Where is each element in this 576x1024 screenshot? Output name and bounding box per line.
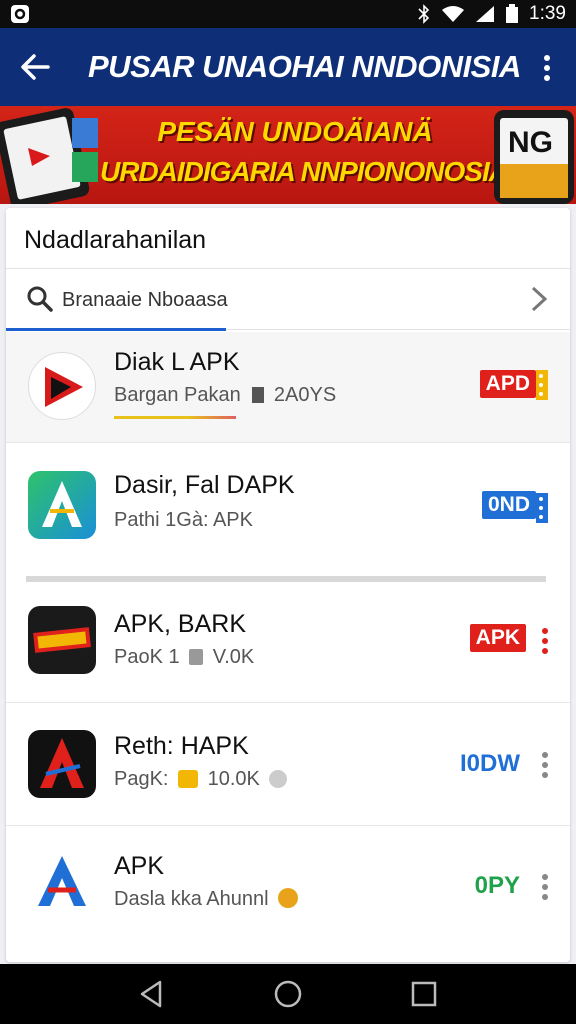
letter-a-logo-icon bbox=[42, 481, 82, 527]
notification-app-icon bbox=[11, 5, 29, 23]
status-bar: 1:39 bbox=[0, 0, 576, 28]
app-name: APK, BARK bbox=[114, 610, 246, 638]
nav-recents-icon[interactable] bbox=[408, 978, 440, 1010]
list-item[interactable]: APK, BARK PaoK 1 V.0K APK bbox=[6, 584, 570, 704]
coin-icon bbox=[178, 770, 199, 788]
list-item[interactable]: Reth: HAPK PagK: 10.0K I0DW bbox=[6, 704, 570, 824]
list-item[interactable]: APK Dasla kka Ahunnl 0PY bbox=[6, 826, 570, 956]
page-title: PUSAR UNAOHAI NNDONISIA bbox=[88, 49, 521, 84]
status-badge[interactable]: 0PY bbox=[469, 870, 526, 902]
app-meta: Dasla kka Ahunnl bbox=[114, 888, 299, 911]
overflow-menu-icon[interactable] bbox=[540, 52, 554, 84]
search-icon bbox=[27, 286, 53, 312]
overflow-menu-icon[interactable] bbox=[540, 750, 550, 780]
app-meta-label: PagK: bbox=[114, 768, 169, 790]
app-icon bbox=[28, 730, 96, 798]
banner-subheadline: URDAIDIGARIA NNPIONONOSIA bbox=[100, 156, 509, 187]
bluetooth-icon bbox=[418, 4, 430, 24]
coin-icon bbox=[278, 888, 299, 908]
chevron-right-icon[interactable] bbox=[528, 285, 550, 313]
app-meta: PaoK 1 V.0K bbox=[114, 646, 254, 669]
letter-a-logo-icon bbox=[38, 856, 86, 906]
section-divider bbox=[26, 576, 546, 582]
app-icon bbox=[28, 850, 96, 918]
system-nav-bar bbox=[0, 964, 576, 1024]
promo-banner[interactable]: PESÄN UNDOÄIANÄ URDAIDIGARIA NNPIONONOSI… bbox=[0, 106, 576, 204]
overflow-menu-icon[interactable] bbox=[534, 370, 548, 400]
banner-headline: PESÄN UNDOÄIANÄ bbox=[157, 116, 433, 147]
play-logo-icon bbox=[45, 367, 83, 407]
app-bar: PUSAR UNAOHAI NNDONISIA bbox=[0, 28, 576, 106]
app-meta: Bargan Pakan 2A0YS bbox=[114, 384, 336, 407]
overflow-menu-icon[interactable] bbox=[534, 493, 548, 523]
status-badge[interactable]: 0ND bbox=[481, 491, 536, 519]
wifi-icon bbox=[442, 6, 465, 22]
banner-phone-badge: NG bbox=[508, 126, 553, 159]
status-badge[interactable]: APK bbox=[469, 624, 526, 652]
search-input[interactable]: Branaaie Nboaasa bbox=[62, 289, 228, 312]
app-name: APK bbox=[114, 852, 165, 880]
app-meta-publisher: Bargan Pakan bbox=[114, 384, 241, 406]
video-logo-icon bbox=[33, 627, 91, 653]
search-underline bbox=[6, 328, 226, 331]
status-time: 1:39 bbox=[529, 3, 566, 24]
list-item[interactable]: Diak L APK Bargan Pakan 2A0YS APD bbox=[6, 332, 570, 442]
app-meta-publisher: Dasla kka Ahunnl bbox=[114, 888, 269, 910]
battery-icon bbox=[506, 4, 519, 23]
overflow-menu-icon[interactable] bbox=[540, 872, 550, 902]
status-badge[interactable]: I0DW bbox=[454, 748, 526, 780]
status-badge[interactable]: APD bbox=[479, 370, 536, 398]
letter-a-logo-icon bbox=[40, 738, 84, 788]
overflow-menu-icon[interactable] bbox=[540, 626, 550, 656]
divider bbox=[6, 702, 570, 703]
status-icons: 1:39 bbox=[417, 0, 566, 28]
phone-illustration-right: NG bbox=[488, 108, 576, 204]
app-name: Diak L APK bbox=[114, 348, 240, 376]
rating-underline bbox=[114, 416, 236, 419]
signal-icon bbox=[476, 6, 495, 22]
lock-icon bbox=[189, 649, 204, 665]
verified-icon bbox=[269, 770, 288, 788]
download-icon bbox=[252, 387, 265, 403]
app-icon bbox=[28, 471, 96, 539]
app-meta-count: 10.0K bbox=[207, 768, 260, 790]
app-name: Dasir, Fal DAPK bbox=[114, 471, 295, 499]
list-item[interactable]: Dasir, Fal DAPK Pathi 1Gà: APK 0ND bbox=[6, 443, 570, 573]
nav-home-icon[interactable] bbox=[272, 978, 304, 1010]
section-title: Ndadlarahanilan bbox=[24, 226, 207, 254]
app-name: Reth: HAPK bbox=[114, 732, 249, 760]
phone-illustration bbox=[0, 108, 98, 204]
nav-back-icon[interactable] bbox=[136, 978, 168, 1010]
app-meta: Pathi 1Gà: APK bbox=[114, 509, 253, 531]
app-meta-size: V.0K bbox=[212, 646, 255, 668]
search-bar[interactable]: Branaaie Nboaasa bbox=[6, 268, 570, 331]
app-meta-count: PaoK 1 bbox=[114, 646, 180, 668]
app-meta: PagK: 10.0K bbox=[114, 768, 288, 791]
app-list-card: Ndadlarahanilan Branaaie Nboaasa Diak L … bbox=[6, 208, 570, 962]
arrow-left-icon[interactable] bbox=[18, 50, 52, 84]
app-meta-count: 2A0YS bbox=[273, 384, 337, 406]
app-icon bbox=[28, 352, 96, 420]
app-icon bbox=[28, 606, 96, 674]
